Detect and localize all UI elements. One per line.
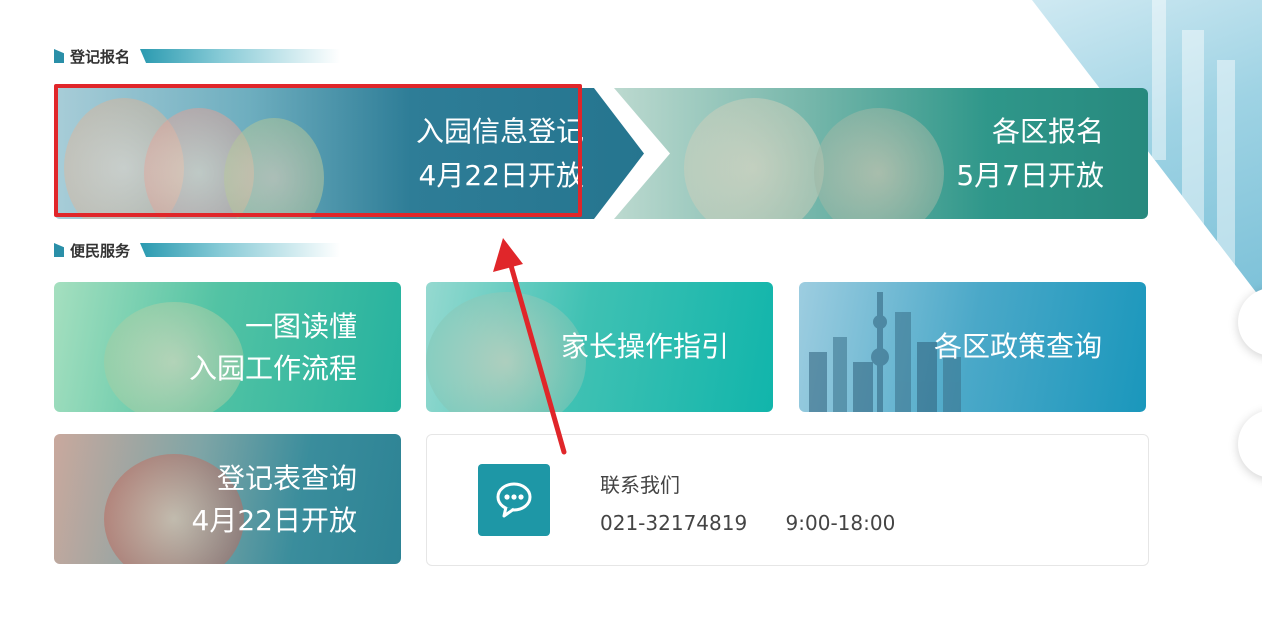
contact-title: 联系我们 [600,473,680,497]
chat-bubble-icon [478,464,550,536]
tile-text: 登记表查询 4月22日开放 [192,458,357,542]
district-card-date: 5月7日开放 [956,159,1104,192]
tile-title: 登记表查询 [216,462,357,495]
contact-us-card[interactable]: 联系我们 021-32174819 9:00-18:00 [426,434,1149,566]
tile-district-policy-query[interactable]: 各区政策查询 [799,282,1146,412]
contact-phone: 021-32174819 [600,511,748,535]
section-title-bar [140,243,341,257]
tile-subtitle: 入园工作流程 [188,352,357,385]
card-district-signup[interactable]: 各区报名 5月7日开放 [614,88,1148,219]
tile-title: 家长操作指引 [560,330,729,363]
highlight-annotation-box [54,84,582,217]
section-label: 登记报名 [70,47,131,66]
section-marker-icon [54,243,64,257]
side-float-button-2[interactable] [1238,410,1262,478]
tile-registration-form-query[interactable]: 登记表查询 4月22日开放 [54,434,401,564]
section-label: 便民服务 [70,241,131,260]
district-card-title: 各区报名 [991,115,1104,148]
contact-hours: 9:00-18:00 [785,511,896,535]
section-title-bar [140,49,341,63]
contact-details: 021-32174819 9:00-18:00 [600,511,895,535]
tile-subtitle: 4月22日开放 [191,504,357,537]
tile-enrollment-process-guide[interactable]: 一图读懂 入园工作流程 [54,282,401,412]
tile-title: 一图读懂 [244,310,357,343]
section-title-services: 便民服务 [54,240,341,260]
tile-text: 一图读懂 入园工作流程 [189,306,357,390]
side-float-button-1[interactable] [1238,288,1262,356]
district-card-text: 各区报名 5月7日开放 [956,110,1104,198]
section-marker-icon [54,49,64,63]
children-photo [814,108,944,219]
section-title-registration: 登记报名 [54,46,341,66]
children-photo [684,98,824,219]
tile-parent-guide[interactable]: 家长操作指引 [426,282,773,412]
tile-title: 各区政策查询 [933,330,1102,363]
